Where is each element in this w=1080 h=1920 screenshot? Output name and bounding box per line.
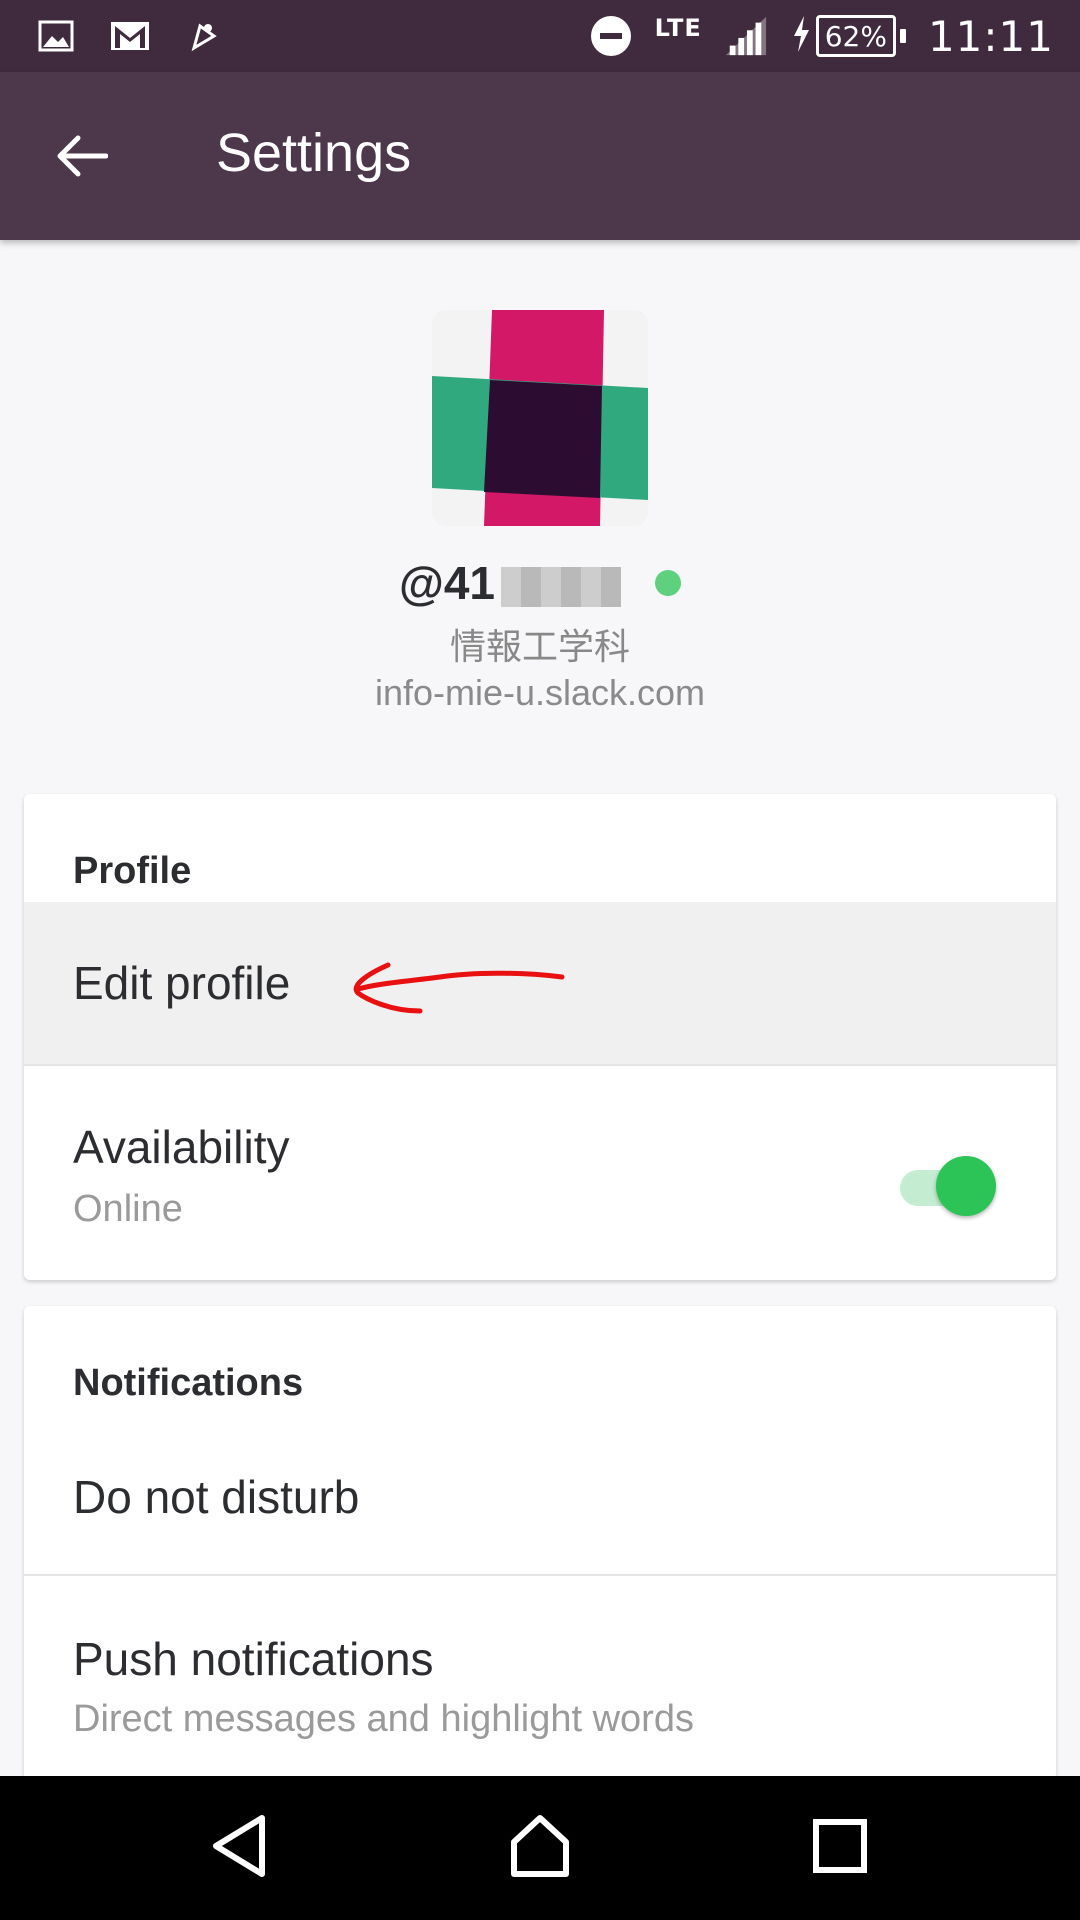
username: @41 [399,556,622,610]
presence-indicator [655,570,682,596]
charging-icon [790,14,812,58]
nav-home-button[interactable] [498,1806,582,1890]
home-icon [508,1814,572,1882]
do-not-disturb-row[interactable]: Do not disturb [24,1414,1056,1578]
page-title: Settings [216,123,412,183]
team-domain: info-mie-u.slack.com [374,672,706,713]
back-triangle-icon [210,1814,270,1882]
nav-recents-button[interactable] [798,1806,882,1890]
profile-card: Profile Edit profile Availability Online [24,794,1056,1280]
username-row: @41 [0,550,1080,616]
availability-row[interactable]: Availability Online [24,1066,1056,1280]
profile-section-header: Profile [73,850,192,892]
annotation-arrow-icon [353,962,565,1014]
image-icon [34,14,78,58]
status-bar: LTE 62% 11:11 [0,0,1080,72]
availability-toggle[interactable] [900,1154,996,1216]
back-button[interactable] [40,116,124,200]
signal-icon [724,14,768,58]
notifications-section-header: Notifications [73,1362,304,1404]
recents-icon [812,1818,868,1878]
clock: 11:11 [927,11,1054,61]
do-not-disturb-icon [589,14,633,58]
push-notifications-row[interactable]: Push notifications Direct messages and h… [24,1576,1056,1780]
team-name: 情報工学科 [449,627,630,668]
music-icon [182,14,226,58]
system-nav-bar [0,1776,1080,1920]
arrow-left-icon [56,134,109,182]
battery-indicator: 62% [790,14,906,58]
gmail-icon [108,14,152,58]
team-avatar[interactable] [432,310,648,526]
battery-cap [899,29,906,43]
availability-value: Online [73,1188,183,1230]
redacted-text [501,566,622,607]
do-not-disturb-label: Do not disturb [73,1471,360,1523]
edit-profile-label: Edit profile [73,957,291,1009]
push-notifications-label: Push notifications [73,1633,434,1685]
network-type: LTE [654,14,702,42]
battery-level: 62% [815,15,896,57]
nav-back-button[interactable] [198,1806,282,1890]
toggle-thumb [936,1156,996,1216]
push-notifications-value: Direct messages and highlight words [73,1698,694,1740]
notifications-card: Notifications Do not disturb Push notifi… [24,1306,1056,1780]
availability-label: Availability [73,1121,290,1173]
app-bar: Settings [0,72,1080,240]
